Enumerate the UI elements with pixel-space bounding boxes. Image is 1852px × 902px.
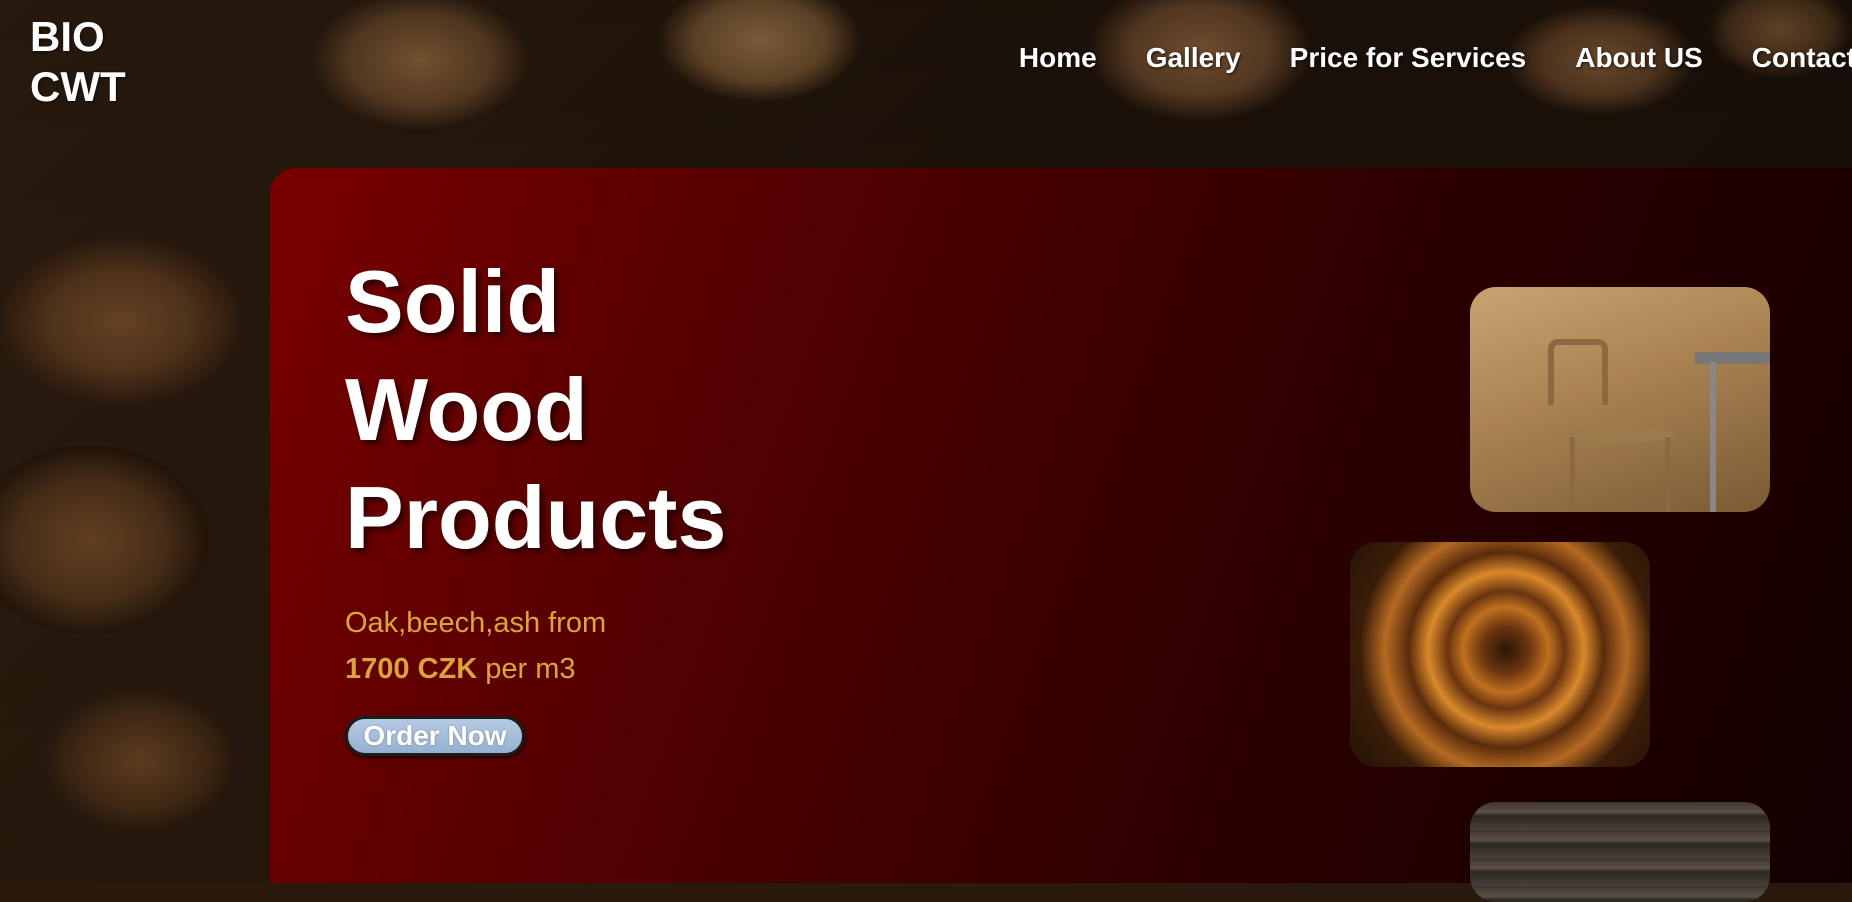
hero-price: 1700 CZK <box>345 653 478 685</box>
hero-title-line2: Wood <box>345 360 588 459</box>
hero-price-suffix: per m3 <box>477 653 576 685</box>
hero-panel: Solid Wood Products Oak,beech,ash from 1… <box>270 168 1852 902</box>
hero-title: Solid Wood Products <box>345 248 726 572</box>
hero-price-line: 1700 CZK per m3 <box>345 646 606 692</box>
hero-subtitle: Oak,beech,ash from 1700 CZK per m3 <box>345 600 606 692</box>
nav-contact[interactable]: Contact <box>1752 42 1852 74</box>
brand-logo-line1: BIO <box>30 13 105 60</box>
spiral-wood-photo <box>1350 542 1650 767</box>
nav-home[interactable]: Home <box>1019 42 1097 74</box>
hero-title-line3: Products <box>345 468 727 567</box>
hero-title-line1: Solid <box>345 252 561 351</box>
nav-about-us[interactable]: About US <box>1575 42 1703 74</box>
brand-logo-line2: CWT <box>30 63 126 110</box>
wood-planks-photo <box>1470 802 1770 902</box>
nav-gallery[interactable]: Gallery <box>1146 42 1241 74</box>
chair-photo <box>1470 287 1770 512</box>
nav-price-for-services[interactable]: Price for Services <box>1290 42 1527 74</box>
brand-logo[interactable]: BIO CWT <box>30 12 126 112</box>
order-now-button[interactable]: Order Now <box>345 716 525 756</box>
hero-subtitle-line1: Oak,beech,ash from <box>345 607 607 639</box>
main-nav: Home Gallery Price for Services About US… <box>1019 42 1852 74</box>
